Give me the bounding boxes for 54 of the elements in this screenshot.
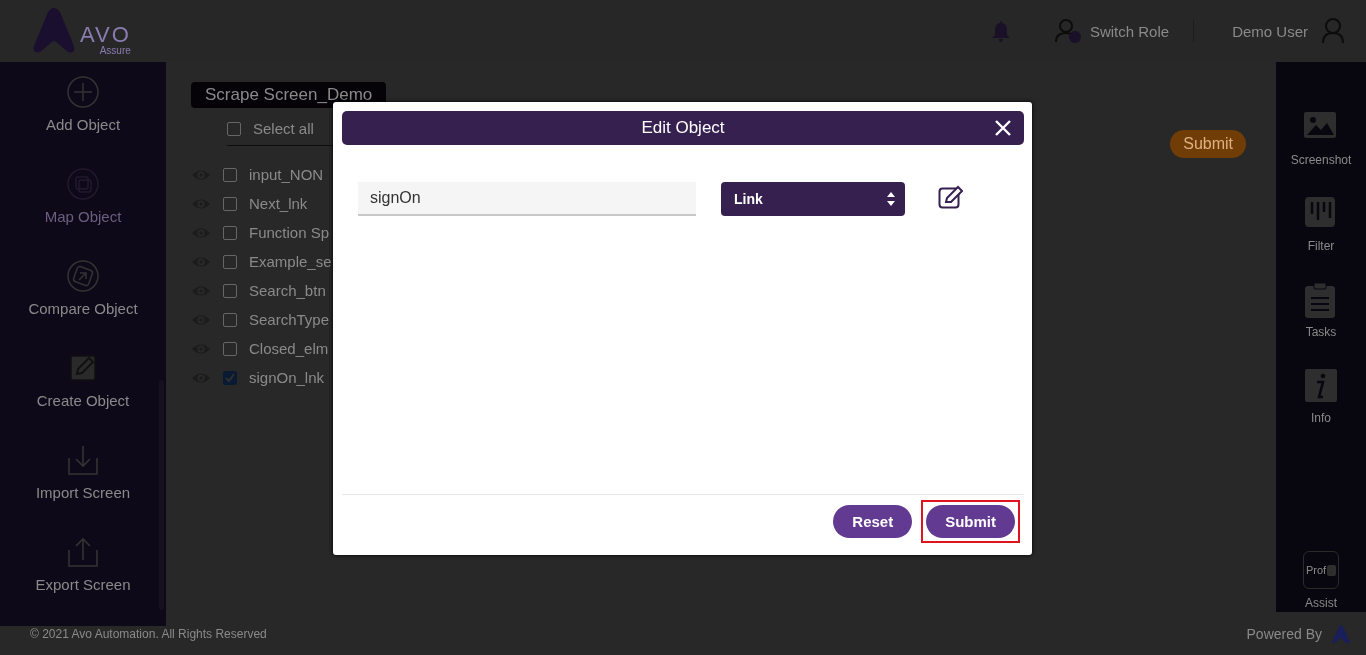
sidebar-label: Filter — [1307, 239, 1335, 253]
sidebar-item[interactable]: Create Object — [36, 392, 130, 409]
sidebar-item[interactable]: Add Object — [45, 116, 121, 133]
logo-text: AVO — [80, 24, 131, 46]
checkbox[interactable] — [223, 167, 237, 182]
checkbox[interactable] — [223, 341, 237, 356]
copyright-text: © 2021 Avo Automation. All Rights Reserved — [30, 626, 267, 641]
object-name: Search_btn — [249, 282, 326, 299]
sidebar-item[interactable]: Import Screen — [35, 484, 131, 501]
select-all-label: Select all — [253, 120, 314, 137]
checkbox[interactable] — [223, 225, 237, 240]
type-select[interactable]: Link — [721, 182, 905, 216]
object-name: Function Sp — [249, 224, 330, 241]
dialog-title: Edit Object — [641, 118, 725, 138]
user-icon[interactable] — [1322, 18, 1344, 44]
name-field[interactable]: signOn — [358, 182, 696, 216]
info-icon[interactable] — [1303, 368, 1339, 404]
checkbox[interactable] — [223, 312, 237, 327]
edit-icon — [938, 184, 963, 209]
edit-button[interactable] — [938, 184, 963, 209]
dialog-button[interactable]: Reset — [833, 504, 913, 538]
screen-title: Scrape Screen_Demo — [191, 82, 387, 108]
object-name: input_NON — [249, 166, 324, 183]
checkbox[interactable] — [227, 121, 241, 136]
object-name: Example_se — [249, 253, 332, 270]
checkbox[interactable] — [223, 254, 237, 269]
logo-subtext: Assure — [99, 46, 131, 56]
object-name: signOn_lnk — [249, 369, 325, 386]
object-name: Closed_elm — [249, 340, 329, 357]
add-icon[interactable] — [65, 74, 101, 110]
sidebar-label: Assist — [1305, 596, 1337, 610]
sidebar-label: Tasks — [1305, 325, 1337, 339]
switch-role-link[interactable]: Switch Role — [1089, 22, 1170, 40]
check-icon — [224, 371, 236, 384]
object-name: Next_lnk — [249, 195, 308, 212]
assist-button[interactable]: Prof — [1303, 551, 1339, 589]
close-button[interactable] — [994, 119, 1012, 137]
sidebar-item[interactable]: Export Screen — [35, 576, 131, 593]
checkbox[interactable] — [223, 283, 237, 298]
close-icon — [994, 119, 1012, 137]
powered-by-text: Powered By — [1246, 625, 1322, 642]
checkbox[interactable] — [223, 370, 237, 385]
dialog-button[interactable]: Submit — [926, 504, 1015, 538]
logo-icon — [1330, 623, 1352, 644]
checkbox[interactable] — [223, 196, 237, 211]
submit-button[interactable]: Submit — [1170, 130, 1246, 158]
sidebar-label: Info — [1311, 411, 1331, 425]
sidebar-item[interactable]: Compare Object — [28, 300, 138, 317]
compare-icon[interactable] — [65, 258, 101, 294]
user-name[interactable]: Demo User — [1232, 22, 1308, 40]
switch-role-icon[interactable] — [1054, 18, 1082, 44]
object-name: SearchType — [249, 311, 330, 328]
sort-arrows-icon — [887, 192, 895, 206]
sidebar-label: Screenshot — [1290, 153, 1352, 167]
